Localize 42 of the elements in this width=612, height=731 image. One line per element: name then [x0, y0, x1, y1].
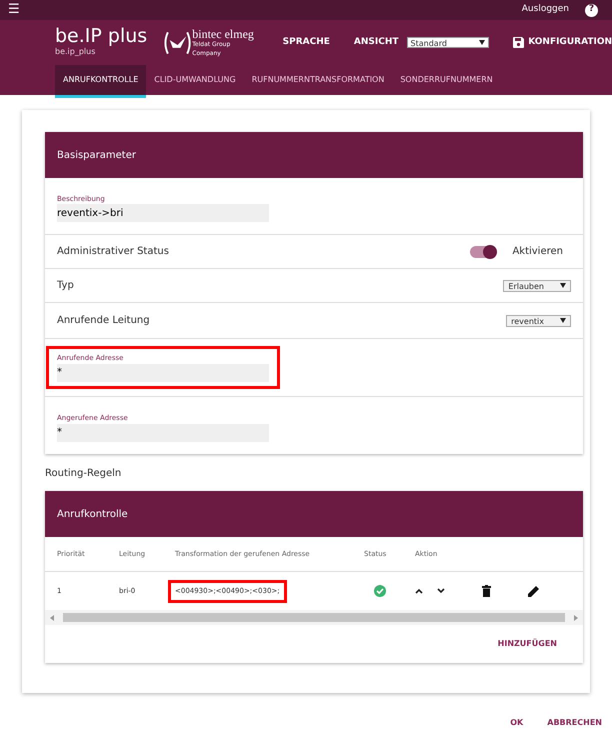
brand-name: bintec elmeg: [192, 28, 255, 40]
cancel-button[interactable]: ABBRECHEN: [547, 717, 602, 729]
chevron-down-icon[interactable]: [437, 588, 445, 594]
field-label: Anrufende Leitung: [57, 314, 151, 328]
save-icon: [513, 37, 524, 48]
select-field[interactable]: reventix: [506, 314, 571, 326]
pencil-icon[interactable]: [528, 585, 540, 597]
text-field[interactable]: *: [57, 364, 269, 382]
configuration-button[interactable]: KONFIGURATION: [513, 36, 612, 50]
hostname: be.ip_plus: [55, 46, 96, 58]
select-field[interactable]: Erlauben: [503, 280, 571, 292]
chevron-up-icon[interactable]: [415, 588, 423, 594]
language-menu[interactable]: SPRACHE: [282, 36, 330, 50]
add-button[interactable]: HINZUFÜGEN: [498, 638, 557, 650]
option-label: Aktivieren: [512, 245, 563, 259]
logout-link[interactable]: Ausloggen: [522, 3, 569, 17]
help-icon[interactable]: ?: [585, 4, 598, 16]
scroll-left-icon[interactable]: [49, 614, 55, 620]
scroll-right-icon[interactable]: [573, 614, 579, 620]
trash-icon[interactable]: [482, 585, 491, 597]
tab[interactable]: RUFNUMMERNTRANSFORMATION: [244, 65, 392, 98]
caret-down-icon: [479, 40, 486, 45]
card-header: Basisparameter: [45, 132, 583, 178]
product-name: be.IP plus: [55, 27, 148, 46]
tab[interactable]: CLID-UMWANDLUNG: [146, 65, 244, 98]
bird-logo-icon: [163, 30, 192, 56]
toggle-switch[interactable]: [470, 246, 496, 258]
field-label: Administrativer Status: [57, 245, 170, 259]
view-select[interactable]: Standard: [406, 37, 490, 48]
section-heading: Routing-Regeln: [45, 467, 122, 481]
tab[interactable]: ANRUFKONTROLLE: [55, 65, 146, 98]
menu-icon[interactable]: ☰: [8, 0, 20, 20]
text-field[interactable]: reventix->bri: [57, 204, 269, 222]
caret-down-icon: [560, 318, 566, 323]
horizontal-scrollbar[interactable]: [45, 610, 583, 625]
caret-down-icon: [560, 283, 566, 288]
text-field[interactable]: *: [57, 424, 269, 442]
card-header: Anrufkontrolle: [45, 491, 583, 537]
field-label: Typ: [57, 279, 75, 293]
tab[interactable]: SONDERRUFNUMMERN: [392, 65, 501, 98]
view-label: ANSICHT: [354, 36, 399, 49]
ok-button[interactable]: OK: [510, 717, 524, 729]
